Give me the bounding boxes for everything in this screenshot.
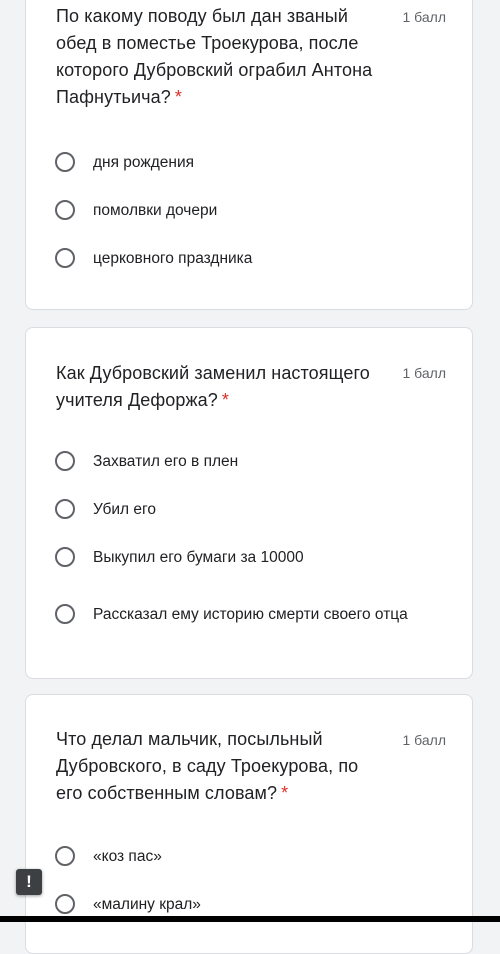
question-card-1: По какому поводу был дан званый обед в п… bbox=[25, 0, 473, 310]
option-label: «коз пас» bbox=[93, 847, 162, 865]
points-label: 1 балл bbox=[402, 732, 447, 748]
radio-button-icon[interactable] bbox=[55, 499, 75, 519]
option-label: Захватил его в плен bbox=[93, 452, 239, 470]
option-radio[interactable]: Выкупил его бумаги за 10000 bbox=[55, 542, 445, 572]
question-card-2: Как Дубровский заменил настоящего учител… bbox=[25, 327, 473, 679]
radio-button-icon[interactable] bbox=[55, 152, 75, 172]
option-label: «малину крал» bbox=[93, 895, 201, 913]
radio-button-icon[interactable] bbox=[55, 200, 75, 220]
option-radio[interactable]: помолвки дочери bbox=[55, 195, 445, 225]
option-radio[interactable]: Рассказал ему историю смерти своего отца bbox=[55, 590, 445, 638]
option-radio[interactable]: «малину крал» bbox=[55, 889, 445, 919]
points-label: 1 балл bbox=[402, 365, 447, 381]
question-title: Что делал мальчик, посыльный Дубровского… bbox=[56, 729, 359, 803]
required-asterisk: * bbox=[221, 390, 229, 410]
option-label: Убил его bbox=[93, 500, 156, 518]
question-card-3: Что делал мальчик, посыльный Дубровского… bbox=[25, 694, 473, 954]
option-label: Рассказал ему историю смерти своего отца bbox=[93, 605, 408, 623]
radio-button-icon[interactable] bbox=[55, 894, 75, 914]
radio-button-icon[interactable] bbox=[55, 248, 75, 268]
exclamation-icon: ! bbox=[26, 872, 32, 891]
radio-button-icon[interactable] bbox=[55, 604, 75, 624]
option-radio[interactable]: церковного праздника bbox=[55, 243, 445, 273]
option-label: церковного праздника bbox=[93, 249, 253, 267]
option-label: дня рождения bbox=[93, 153, 195, 171]
option-label: Выкупил его бумаги за 10000 bbox=[93, 548, 304, 566]
radio-button-icon[interactable] bbox=[55, 547, 75, 567]
bottom-edge-bar bbox=[0, 916, 500, 922]
option-radio[interactable]: «коз пас» bbox=[55, 841, 445, 871]
points-label: 1 балл bbox=[402, 9, 447, 25]
required-asterisk: * bbox=[281, 783, 289, 803]
option-label: помолвки дочери bbox=[93, 201, 218, 219]
radio-button-icon[interactable] bbox=[55, 846, 75, 866]
option-radio[interactable]: дня рождения bbox=[55, 147, 445, 177]
required-asterisk: * bbox=[174, 87, 182, 107]
option-radio[interactable]: Захватил его в плен bbox=[55, 446, 445, 476]
question-title: Как Дубровский заменил настоящего учител… bbox=[56, 363, 370, 410]
report-problem-button[interactable]: ! bbox=[16, 869, 42, 895]
option-radio[interactable]: Убил его bbox=[55, 494, 445, 524]
radio-button-icon[interactable] bbox=[55, 451, 75, 471]
question-title: По какому поводу был дан званый обед в п… bbox=[56, 6, 373, 107]
